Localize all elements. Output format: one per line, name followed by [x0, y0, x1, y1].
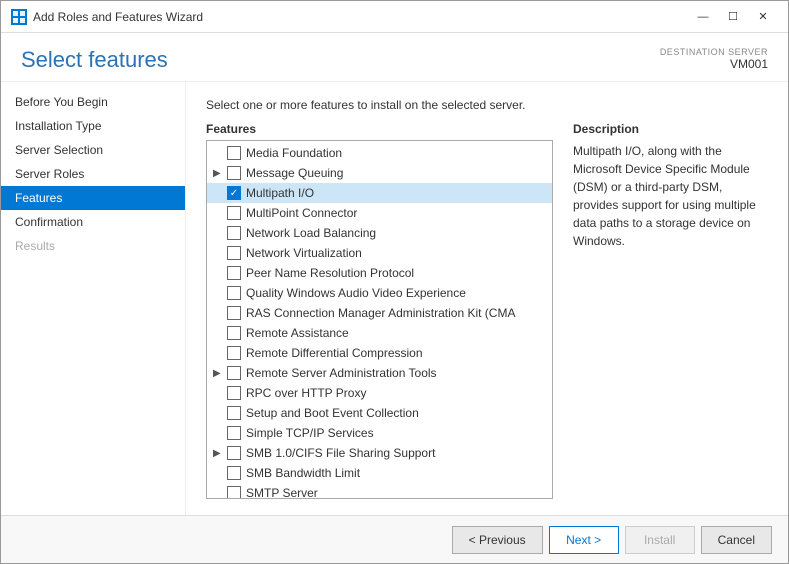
feature-checkbox[interactable]: [227, 346, 241, 360]
feature-item[interactable]: SMB Bandwidth Limit: [207, 463, 552, 483]
two-column-layout: Features Media Foundation ▶ Message Queuin…: [206, 122, 768, 499]
feature-label: SMTP Server: [246, 486, 318, 499]
feature-item[interactable]: Media Foundation: [207, 143, 552, 163]
feature-checkbox[interactable]: [227, 146, 241, 160]
feature-item[interactable]: Network Load Balancing: [207, 223, 552, 243]
content-area: Before You BeginInstallation TypeServer …: [1, 82, 788, 515]
expand-arrow-icon: ▶: [213, 448, 227, 459]
destination-label: DESTINATION SERVER: [660, 47, 768, 57]
feature-checkbox[interactable]: [227, 226, 241, 240]
feature-item[interactable]: Setup and Boot Event Collection: [207, 403, 552, 423]
feature-item[interactable]: Network Virtualization: [207, 243, 552, 263]
feature-checkbox[interactable]: ✓: [227, 186, 241, 200]
expand-arrow-icon: ▶: [213, 168, 227, 179]
feature-label: RAS Connection Manager Administration Ki…: [246, 306, 515, 320]
feature-label: Remote Differential Compression: [246, 346, 423, 360]
feature-label: Remote Assistance: [246, 326, 349, 340]
feature-label: Remote Server Administration Tools: [246, 366, 437, 380]
feature-checkbox[interactable]: [227, 426, 241, 440]
features-list-container[interactable]: Media Foundation ▶ Message Queuing ✓ Multipa…: [206, 140, 553, 499]
next-button[interactable]: Next >: [549, 526, 619, 554]
description-text: Multipath I/O, along with the Microsoft …: [573, 142, 768, 250]
feature-checkbox[interactable]: [227, 366, 241, 380]
feature-label: Message Queuing: [246, 166, 343, 180]
feature-label: Multipath I/O: [246, 186, 314, 200]
sidebar: Before You BeginInstallation TypeServer …: [1, 82, 186, 515]
header-area: Select features DESTINATION SERVER VM001: [1, 33, 788, 82]
feature-checkbox[interactable]: [227, 206, 241, 220]
feature-checkbox[interactable]: [227, 266, 241, 280]
app-icon: [11, 9, 27, 25]
feature-label: Quality Windows Audio Video Experience: [246, 286, 466, 300]
cancel-button[interactable]: Cancel: [701, 526, 772, 554]
sidebar-item-installation-type[interactable]: Installation Type: [1, 114, 185, 138]
feature-checkbox[interactable]: [227, 446, 241, 460]
feature-label: Media Foundation: [246, 146, 342, 160]
feature-checkbox[interactable]: [227, 246, 241, 260]
sidebar-item-before-you-begin[interactable]: Before You Begin: [1, 90, 185, 114]
feature-label: Peer Name Resolution Protocol: [246, 266, 414, 280]
feature-item[interactable]: SMTP Server: [207, 483, 552, 499]
sidebar-item-server-selection[interactable]: Server Selection: [1, 138, 185, 162]
sidebar-item-server-roles[interactable]: Server Roles: [1, 162, 185, 186]
features-header: Features: [206, 122, 553, 136]
main-panel: Select one or more features to install o…: [186, 82, 788, 515]
close-button[interactable]: ✕: [748, 7, 778, 27]
previous-button[interactable]: < Previous: [452, 526, 543, 554]
features-panel: Features Media Foundation ▶ Message Queuin…: [206, 122, 553, 499]
window-title: Add Roles and Features Wizard: [33, 10, 203, 24]
feature-item[interactable]: Remote Differential Compression: [207, 343, 552, 363]
main-window: Add Roles and Features Wizard — ☐ ✕ Sele…: [0, 0, 789, 564]
expand-arrow-icon: ▶: [213, 368, 227, 379]
feature-label: Simple TCP/IP Services: [246, 426, 374, 440]
feature-label: Setup and Boot Event Collection: [246, 406, 419, 420]
feature-item[interactable]: ▶ Remote Server Administration Tools: [207, 363, 552, 383]
feature-checkbox[interactable]: [227, 166, 241, 180]
feature-checkbox[interactable]: [227, 466, 241, 480]
feature-item[interactable]: ▶ SMB 1.0/CIFS File Sharing Support: [207, 443, 552, 463]
feature-checkbox[interactable]: [227, 486, 241, 499]
feature-label: Network Load Balancing: [246, 226, 376, 240]
page-title: Select features: [21, 47, 168, 73]
features-list: Media Foundation ▶ Message Queuing ✓ Multipa…: [207, 141, 552, 499]
sidebar-item-features[interactable]: Features: [1, 186, 185, 210]
maximize-button[interactable]: ☐: [718, 7, 748, 27]
feature-label: SMB Bandwidth Limit: [246, 466, 360, 480]
footer: < Previous Next > Install Cancel: [1, 515, 788, 563]
sidebar-item-confirmation[interactable]: Confirmation: [1, 210, 185, 234]
minimize-button[interactable]: —: [688, 7, 718, 27]
titlebar: Add Roles and Features Wizard — ☐ ✕: [1, 1, 788, 33]
feature-label: Network Virtualization: [246, 246, 362, 260]
feature-checkbox[interactable]: [227, 406, 241, 420]
feature-label: RPC over HTTP Proxy: [246, 386, 366, 400]
sidebar-item-results: Results: [1, 234, 185, 258]
feature-item[interactable]: RAS Connection Manager Administration Ki…: [207, 303, 552, 323]
instructions-text: Select one or more features to install o…: [206, 98, 768, 112]
titlebar-left: Add Roles and Features Wizard: [11, 9, 203, 25]
feature-item[interactable]: RPC over HTTP Proxy: [207, 383, 552, 403]
feature-item[interactable]: ✓ Multipath I/O: [207, 183, 552, 203]
feature-item[interactable]: Simple TCP/IP Services: [207, 423, 552, 443]
feature-label: SMB 1.0/CIFS File Sharing Support: [246, 446, 435, 460]
feature-checkbox[interactable]: [227, 306, 241, 320]
feature-checkbox[interactable]: [227, 386, 241, 400]
feature-item[interactable]: ▶ Message Queuing: [207, 163, 552, 183]
feature-item[interactable]: MultiPoint Connector: [207, 203, 552, 223]
install-button[interactable]: Install: [625, 526, 695, 554]
window-controls: — ☐ ✕: [688, 7, 778, 27]
description-header: Description: [573, 122, 768, 136]
feature-checkbox[interactable]: [227, 326, 241, 340]
feature-checkbox[interactable]: [227, 286, 241, 300]
destination-server: DESTINATION SERVER VM001: [660, 47, 768, 71]
feature-item[interactable]: Peer Name Resolution Protocol: [207, 263, 552, 283]
server-name: VM001: [660, 57, 768, 71]
feature-item[interactable]: Remote Assistance: [207, 323, 552, 343]
description-panel: Description Multipath I/O, along with th…: [573, 122, 768, 499]
feature-label: MultiPoint Connector: [246, 206, 357, 220]
feature-item[interactable]: Quality Windows Audio Video Experience: [207, 283, 552, 303]
